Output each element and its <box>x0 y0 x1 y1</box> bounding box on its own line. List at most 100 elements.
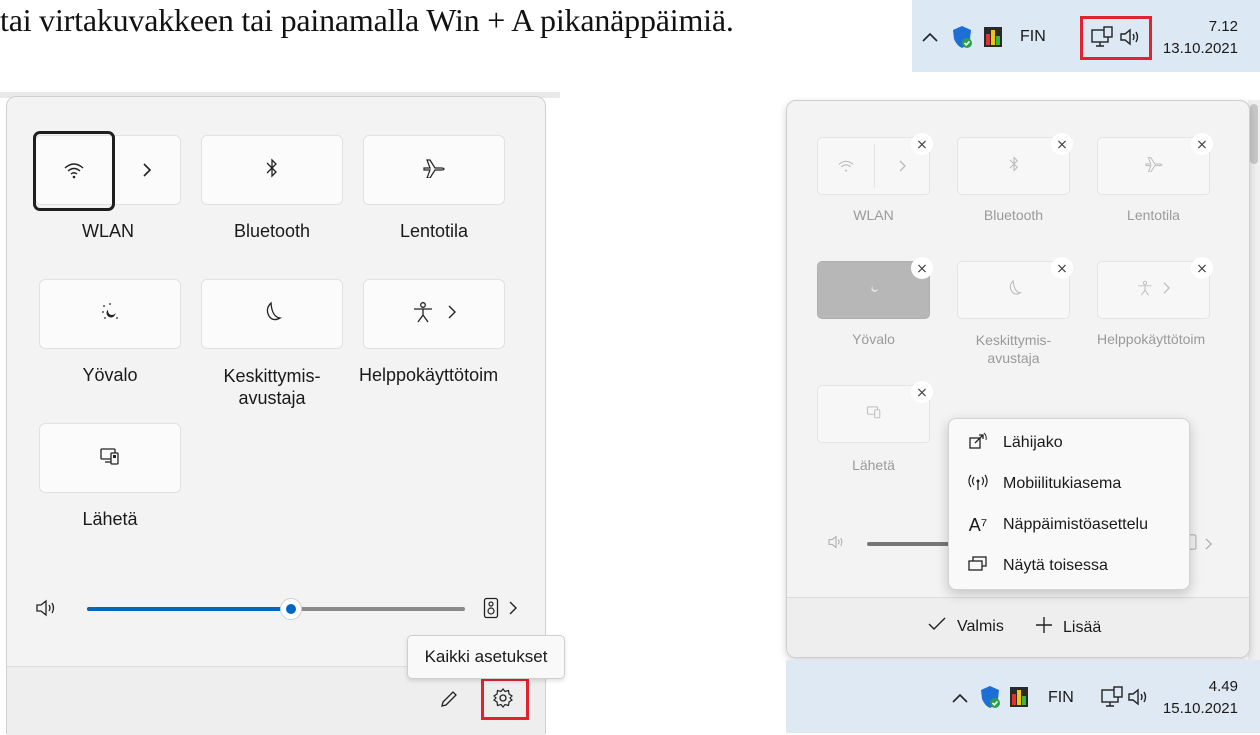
language-indicator[interactable]: FIN <box>1020 26 1046 48</box>
tile-label: Helppokäyttötoim <box>1097 331 1206 347</box>
taskbar-bottom: FIN 4.49 15.10.2021 <box>786 660 1260 733</box>
volume-slider[interactable] <box>87 598 465 620</box>
tile-label: Yövalo <box>852 331 895 347</box>
tile-label: WLAN <box>81 221 134 241</box>
taskbar-top: FIN 7.12 13.10.2021 <box>912 0 1260 72</box>
tile-label: Lentotila <box>1127 207 1180 223</box>
tile-label: Bluetooth <box>233 221 311 241</box>
tile-label: Bluetooth <box>983 207 1044 223</box>
volume-thumb[interactable] <box>280 598 303 620</box>
unpin-icon[interactable]: ⨯ <box>911 133 933 155</box>
airplane-icon <box>1145 156 1163 177</box>
airplane-icon <box>423 158 445 183</box>
tile-label: WLAN <box>853 207 894 223</box>
accessibility-icon <box>412 301 434 328</box>
tile-label: Lähetä <box>852 457 895 473</box>
tile-label: Helppokäyttötoim <box>359 365 499 385</box>
tile-label-line: avustaja <box>238 388 306 408</box>
clock-bottom[interactable]: 4.49 15.10.2021 <box>1163 676 1238 720</box>
clock-time: 4.49 <box>1208 678 1238 695</box>
plus-icon <box>1035 616 1053 639</box>
add-button[interactable]: Lisää <box>1035 616 1101 639</box>
menu-item-mobile-hotspot[interactable]: Mobiilitukiasema <box>949 464 1189 504</box>
chevron-right-icon <box>1163 281 1170 299</box>
accessibility-tile[interactable] <box>363 279 505 349</box>
tile-label-line: Keskittymis- <box>223 366 321 386</box>
unpin-icon[interactable]: ⨯ <box>911 257 933 279</box>
airplane-mode-tile[interactable] <box>363 135 505 205</box>
add-label: Lisää <box>1063 618 1102 636</box>
night-light-tile[interactable] <box>39 279 181 349</box>
menu-item-project[interactable]: Näytä toisessa <box>949 546 1189 586</box>
cast-icon <box>866 404 882 425</box>
bluetooth-tile[interactable] <box>201 135 343 205</box>
chevron-up-icon[interactable] <box>920 27 940 47</box>
app-chart-icon[interactable] <box>982 25 1004 49</box>
menu-item-keyboard-layout[interactable]: A⁷ Näppäimistöasettelu <box>949 505 1189 545</box>
clock-date: 15.10.2021 <box>1162 700 1238 717</box>
menu-item-nearby-share[interactable]: Lähijako <box>949 423 1189 463</box>
edit-footer: Valmis Lisää <box>787 597 1249 657</box>
network-monitor-icon[interactable] <box>1100 685 1124 709</box>
menu-item-label: Näppäimistöasettelu <box>1003 516 1148 533</box>
tile-label-line: avustaja <box>987 350 1040 366</box>
unpin-icon[interactable]: ⨯ <box>911 381 933 403</box>
add-tile-menu: Lähijako Mobiilitukiasema A⁷ Näppäimistö… <box>948 418 1190 590</box>
keyboard-layout-icon: A⁷ <box>968 514 988 535</box>
checkmark-icon <box>927 616 947 637</box>
done-label: Valmis <box>957 617 1004 635</box>
cast-tile[interactable] <box>39 423 181 493</box>
focus-assist-tile[interactable] <box>201 279 343 349</box>
edit-pencil-icon[interactable] <box>439 689 459 714</box>
chevron-right-icon[interactable] <box>448 305 456 324</box>
settings-tooltip: Kaikki asetukset <box>407 635 565 679</box>
clock-time: 7.12 <box>1208 18 1238 35</box>
unpin-icon[interactable]: ⨯ <box>1051 133 1073 155</box>
accessibility-icon <box>1137 280 1153 301</box>
hotspot-icon <box>967 473 989 496</box>
unpin-icon[interactable]: ⨯ <box>1191 257 1213 279</box>
scrollbar-thumb[interactable] <box>1250 104 1258 164</box>
security-shield-icon[interactable] <box>950 25 974 49</box>
unpin-icon[interactable]: ⨯ <box>1051 257 1073 279</box>
speaker-icon <box>827 535 845 554</box>
menu-item-label: Lähijako <box>1003 434 1063 451</box>
clock-top[interactable]: 7.12 13.10.2021 <box>1163 16 1238 60</box>
intro-text: tai virtakuvakkeen tai painamalla Win + … <box>0 2 734 38</box>
speaker-icon[interactable] <box>35 599 57 622</box>
tile-label: Lentotila <box>399 221 469 241</box>
volume-slider <box>867 542 957 546</box>
night-light-icon <box>866 280 882 301</box>
clock-date: 13.10.2021 <box>1162 40 1238 57</box>
share-icon <box>967 432 989 455</box>
security-shield-icon[interactable] <box>978 685 1002 709</box>
done-button[interactable]: Valmis <box>927 616 1004 637</box>
cast-icon <box>99 446 121 471</box>
volume-fill <box>87 607 292 611</box>
project-icon <box>967 555 989 578</box>
app-chart-icon[interactable] <box>1008 685 1030 709</box>
moon-icon <box>262 301 283 328</box>
audio-device-icon[interactable] <box>483 597 499 624</box>
bluetooth-icon <box>265 157 279 184</box>
menu-item-label: Näytä toisessa <box>1003 557 1108 574</box>
chevron-up-icon[interactable] <box>950 688 970 708</box>
chevron-right-icon[interactable] <box>509 601 517 620</box>
language-indicator[interactable]: FIN <box>1048 687 1074 709</box>
unpin-icon[interactable]: ⨯ <box>1191 133 1213 155</box>
chevron-right-icon <box>1205 537 1212 555</box>
highlight-box-settings <box>481 678 529 720</box>
chevron-right-icon[interactable] <box>113 136 181 204</box>
bluetooth-icon <box>1008 155 1020 178</box>
menu-item-label: Mobiilitukiasema <box>1003 475 1122 492</box>
keyboard-focus-ring <box>33 131 115 211</box>
speaker-icon[interactable] <box>1126 685 1150 709</box>
moon-icon <box>1006 279 1022 302</box>
tile-label: Yövalo <box>82 365 138 385</box>
night-light-icon <box>99 301 121 328</box>
tile-label: Keskittymis- avustaja <box>957 331 1070 367</box>
tile-label: Keskittymis- avustaja <box>201 365 343 409</box>
quick-settings-panel: WLAN Bluetooth Lentotila Yövalo Keskitty… <box>6 96 565 735</box>
wifi-icon <box>818 138 874 194</box>
tile-label-line: Keskittymis- <box>975 332 1052 348</box>
